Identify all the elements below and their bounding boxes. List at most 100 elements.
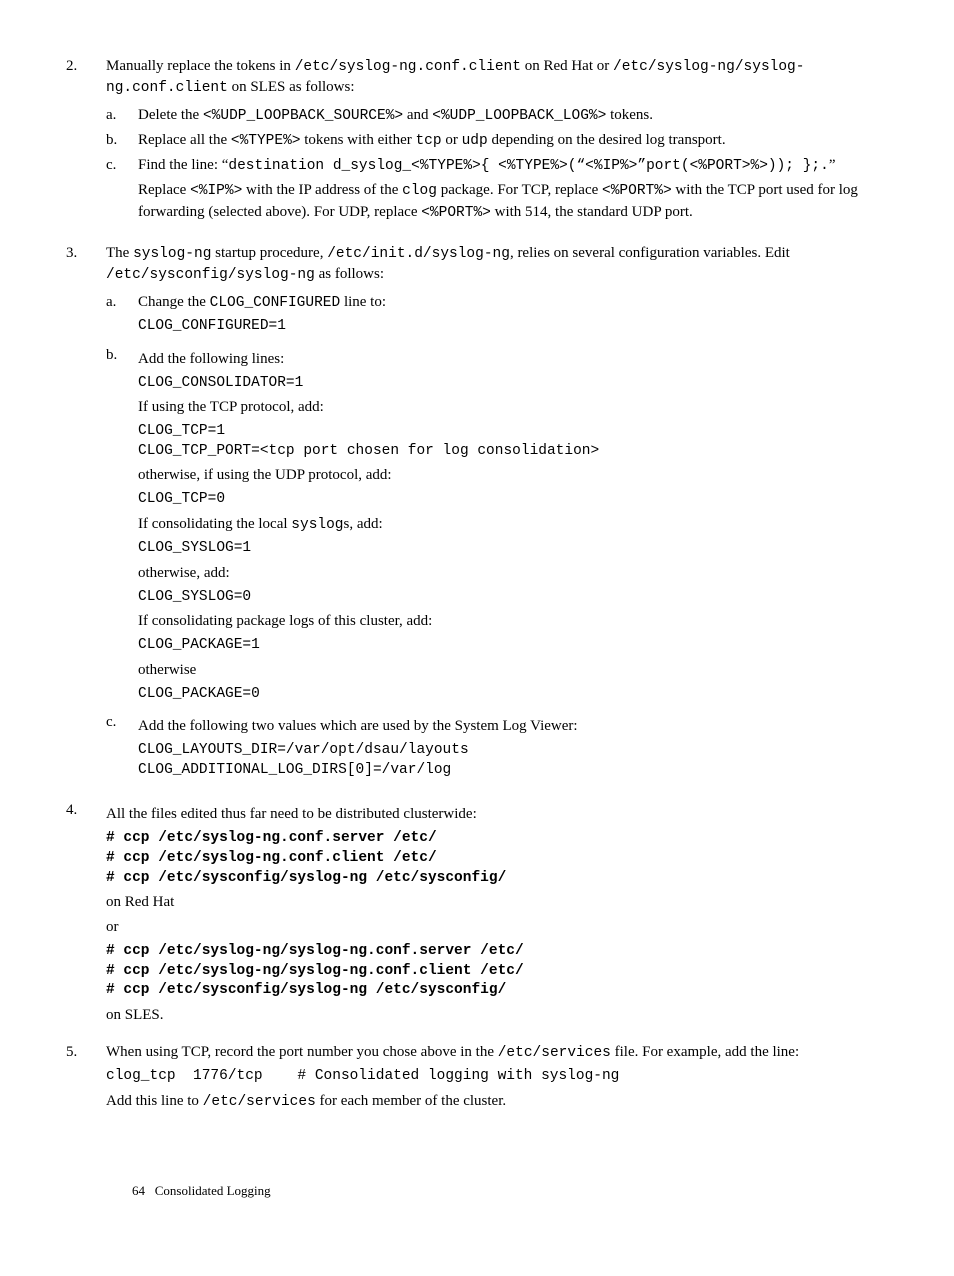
step-body: All the files edited thus far need to be… <box>106 800 884 1029</box>
text: on Red Hat <box>106 892 884 913</box>
step-body: The syslog-ng startup procedure, /etc/in… <box>106 243 884 788</box>
code-block: # ccp /etc/syslog-ng.conf.server /etc/ #… <box>106 829 884 888</box>
text: package. For TCP, replace <box>437 182 602 198</box>
text: Manually replace the tokens in <box>106 58 295 74</box>
text: otherwise, if using the UDP protocol, ad… <box>138 465 884 486</box>
code-inline: <%PORT%> <box>421 205 491 221</box>
substep-label: a. <box>106 292 138 341</box>
code-inline: <%UDP_LOOPBACK_LOG%> <box>432 108 606 124</box>
substep-label: a. <box>106 105 138 126</box>
code-block: CLOG_SYSLOG=1 <box>138 539 884 559</box>
text: otherwise, add: <box>138 563 884 584</box>
code-inline: destination d_syslog_<%TYPE%>{ <%TYPE%>(… <box>228 158 828 174</box>
step-number: 2. <box>66 56 106 231</box>
code-inline: syslog <box>291 517 343 533</box>
text: All the files edited thus far need to be… <box>106 804 884 825</box>
code-inline: /etc/services <box>203 1094 316 1110</box>
substep-c: c. Find the line: “destination d_syslog_… <box>106 155 884 227</box>
footer-title: Consolidated Logging <box>155 1183 271 1198</box>
text: startup procedure, <box>211 245 327 261</box>
text: The <box>106 245 133 261</box>
substep-b: b. Add the following lines: CLOG_CONSOLI… <box>106 345 884 709</box>
text: on SLES. <box>106 1005 884 1026</box>
code-inline: <%IP%> <box>190 183 242 199</box>
substeps: a. Delete the <%UDP_LOOPBACK_SOURCE%> an… <box>106 105 884 227</box>
step-body: When using TCP, record the port number y… <box>106 1042 884 1116</box>
substep-c: c. Add the following two values which ar… <box>106 712 884 784</box>
code-block: CLOG_CONFIGURED=1 <box>138 317 884 337</box>
text: Delete the <box>138 107 203 123</box>
text: with the IP address of the <box>242 182 402 198</box>
text: Replace all the <box>138 132 231 148</box>
text: file. For example, add the line: <box>611 1044 799 1060</box>
code-inline: /etc/sysconfig/syslog-ng <box>106 267 315 283</box>
code-inline: /etc/syslog-ng.conf.client <box>295 59 521 75</box>
step-2: 2. Manually replace the tokens in /etc/s… <box>66 56 884 231</box>
code-inline: CLOG_CONFIGURED <box>210 295 341 311</box>
code-block: CLOG_TCP=1 CLOG_TCP_PORT=<tcp port chose… <box>138 422 884 461</box>
text: Replace <box>138 182 190 198</box>
text: ” <box>829 157 836 173</box>
text: Add the following lines: <box>138 349 884 370</box>
code-block: CLOG_PACKAGE=1 <box>138 636 884 656</box>
code-inline: /etc/services <box>498 1045 611 1061</box>
text: on SLES as follows: <box>228 79 355 95</box>
step-number: 4. <box>66 800 106 1029</box>
step-number: 5. <box>66 1042 106 1116</box>
code-inline: <%TYPE%> <box>231 133 301 149</box>
text: depending on the desired log transport. <box>488 132 726 148</box>
code-block: CLOG_PACKAGE=0 <box>138 685 884 705</box>
paragraph: Add this line to /etc/services for each … <box>106 1091 884 1112</box>
code-block: clog_tcp 1776/tcp # Consolidated logging… <box>106 1067 884 1087</box>
text: If using the TCP protocol, add: <box>138 397 884 418</box>
text: Add this line to <box>106 1093 203 1109</box>
text: on Red Hat or <box>521 58 613 74</box>
text: Add the following two values which are u… <box>138 716 884 737</box>
substep-label: c. <box>106 155 138 227</box>
text: If consolidating the local <box>138 516 291 532</box>
code-inline: <%PORT%> <box>602 183 672 199</box>
text: otherwise <box>138 660 884 681</box>
text: line to: <box>340 294 386 310</box>
paragraph: If consolidating the local syslogs, add: <box>138 514 884 535</box>
page-footer: 64 Consolidated Logging <box>132 1182 271 1200</box>
substep-label: c. <box>106 712 138 784</box>
text: tokens with either <box>301 132 416 148</box>
step-number: 3. <box>66 243 106 788</box>
code-inline: syslog-ng <box>133 246 211 262</box>
substep-a: a. Delete the <%UDP_LOOPBACK_SOURCE%> an… <box>106 105 884 126</box>
text: If consolidating package logs of this cl… <box>138 611 884 632</box>
text: as follows: <box>315 266 384 282</box>
code-block: CLOG_CONSOLIDATOR=1 <box>138 374 884 394</box>
step-body: Manually replace the tokens in /etc/sysl… <box>106 56 884 231</box>
text: Change the <box>138 294 210 310</box>
substep-label: b. <box>106 130 138 151</box>
paragraph: Replace <%IP%> with the IP address of th… <box>138 180 884 223</box>
text: and <box>403 107 432 123</box>
code-inline: <%UDP_LOOPBACK_SOURCE%> <box>203 108 403 124</box>
step-4: 4. All the files edited thus far need to… <box>66 800 884 1029</box>
text: tokens. <box>606 107 653 123</box>
text: Find the line: “ <box>138 157 228 173</box>
page-number: 64 <box>132 1183 145 1198</box>
text: When using TCP, record the port number y… <box>106 1044 498 1060</box>
code-block: CLOG_TCP=0 <box>138 490 884 510</box>
numbered-steps: 2. Manually replace the tokens in /etc/s… <box>66 56 884 1116</box>
code-block: CLOG_LAYOUTS_DIR=/var/opt/dsau/layouts C… <box>138 741 884 780</box>
step-5: 5. When using TCP, record the port numbe… <box>66 1042 884 1116</box>
text: with 514, the standard UDP port. <box>491 204 693 220</box>
code-inline: clog <box>402 183 437 199</box>
substep-b: b. Replace all the <%TYPE%> tokens with … <box>106 130 884 151</box>
text: or <box>442 132 462 148</box>
code-inline: udp <box>462 133 488 149</box>
code-inline: /etc/init.d/syslog-ng <box>327 246 510 262</box>
text: s, add: <box>344 516 383 532</box>
text: , relies on several configuration variab… <box>510 245 790 261</box>
substep-a: a. Change the CLOG_CONFIGURED line to: C… <box>106 292 884 341</box>
code-block: # ccp /etc/syslog-ng/syslog-ng.conf.serv… <box>106 942 884 1001</box>
code-block: CLOG_SYSLOG=0 <box>138 588 884 608</box>
text: or <box>106 917 884 938</box>
substep-label: b. <box>106 345 138 709</box>
text: for each member of the cluster. <box>316 1093 506 1109</box>
substeps: a. Change the CLOG_CONFIGURED line to: C… <box>106 292 884 785</box>
